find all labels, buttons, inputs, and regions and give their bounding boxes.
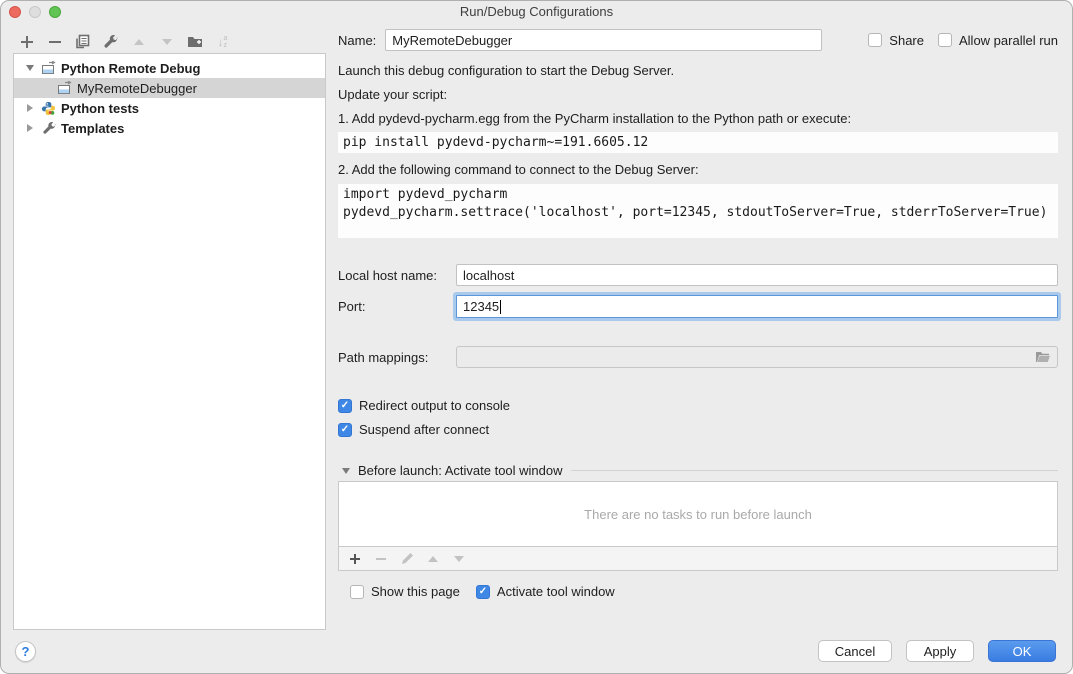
allow-parallel-run-label: Allow parallel run — [959, 33, 1058, 48]
python-icon — [40, 100, 57, 116]
settrace-code-line2: pydevd_pycharm.settrace('localhost', por… — [343, 204, 1053, 222]
step1-text: 1. Add pydevd-pycharm.egg from the PyCha… — [338, 107, 1058, 131]
local-host-name-input[interactable] — [456, 264, 1058, 286]
activate-tool-window-checkbox-group[interactable]: Activate tool window — [476, 584, 615, 599]
allow-parallel-run-checkbox[interactable] — [938, 33, 952, 47]
edit-task-pencil-icon — [399, 551, 415, 567]
ok-button[interactable]: OK — [988, 640, 1056, 662]
cancel-button[interactable]: Cancel — [818, 640, 892, 662]
text-cursor — [500, 300, 501, 314]
add-icon[interactable] — [17, 32, 36, 51]
window-title: Run/Debug Configurations — [1, 4, 1072, 19]
name-label: Name: — [338, 33, 376, 48]
show-this-page-checkbox[interactable] — [350, 585, 364, 599]
copy-icon[interactable] — [73, 32, 92, 51]
no-tasks-text: There are no tasks to run before launch — [584, 507, 812, 522]
allow-parallel-run-checkbox-group[interactable]: Allow parallel run — [938, 33, 1058, 48]
add-task-icon[interactable] — [347, 551, 363, 567]
port-input[interactable]: 12345 — [456, 295, 1058, 318]
move-down-icon — [157, 32, 176, 51]
collapse-section-icon[interactable] — [342, 468, 350, 474]
redirect-output-checkbox-group[interactable]: Redirect output to console — [338, 398, 510, 413]
local-host-name-label: Local host name: — [338, 268, 456, 283]
dialog-buttons: Cancel Apply OK — [818, 640, 1056, 662]
share-checkbox-group[interactable]: Share — [868, 33, 924, 48]
task-list-toolbar — [338, 547, 1058, 571]
help-question-icon: ? — [22, 644, 30, 659]
help-button[interactable]: ? — [15, 641, 36, 662]
activate-tool-window-label: Activate tool window — [497, 584, 615, 599]
path-mappings-input[interactable] — [456, 346, 1058, 368]
before-launch-title: Before launch: Activate tool window — [358, 463, 563, 478]
run-debug-configurations-dialog: Run/Debug Configurations ↓az — [0, 0, 1073, 674]
remove-icon[interactable] — [45, 32, 64, 51]
tree-item-label: Python Remote Debug — [61, 61, 200, 76]
step2-text: 2. Add the following command to connect … — [338, 158, 1058, 182]
show-this-page-label: Show this page — [371, 584, 460, 599]
configurations-tree: Python Remote Debug MyRemoteDebugger Pyt… — [13, 53, 326, 630]
tree-item-myremotedebugger[interactable]: MyRemoteDebugger — [14, 78, 325, 98]
move-up-icon — [129, 32, 148, 51]
configuration-form: Name: Share Allow parallel run Launch th… — [338, 29, 1058, 599]
tree-item-label: MyRemoteDebugger — [77, 81, 197, 96]
tree-item-python-remote-debug[interactable]: Python Remote Debug — [14, 58, 325, 78]
suspend-after-connect-checkbox[interactable] — [338, 423, 352, 437]
move-task-down-icon — [451, 551, 467, 567]
tree-item-label: Python tests — [61, 101, 139, 116]
show-this-page-checkbox-group[interactable]: Show this page — [350, 584, 460, 599]
path-mappings-label: Path mappings: — [338, 350, 456, 365]
tree-item-python-tests[interactable]: Python tests — [14, 98, 325, 118]
port-label: Port: — [338, 299, 456, 314]
collapse-arrow-icon[interactable] — [22, 104, 38, 112]
share-label: Share — [889, 33, 924, 48]
remote-debug-icon — [40, 60, 57, 76]
remove-task-icon — [373, 551, 389, 567]
suspend-after-connect-label: Suspend after connect — [359, 422, 489, 437]
configurations-toolbar: ↓az — [17, 32, 232, 51]
redirect-output-checkbox[interactable] — [338, 399, 352, 413]
share-checkbox[interactable] — [868, 33, 882, 47]
tree-item-templates[interactable]: Templates — [14, 118, 325, 138]
settrace-code-line1: import pydevd_pycharm — [343, 186, 1053, 204]
suspend-after-connect-checkbox-group[interactable]: Suspend after connect — [338, 422, 489, 437]
apply-button[interactable]: Apply — [906, 640, 974, 662]
settrace-code: import pydevd_pycharm pydevd_pycharm.set… — [338, 184, 1058, 238]
edit-templates-wrench-icon[interactable] — [101, 32, 120, 51]
title-bar: Run/Debug Configurations — [1, 1, 1072, 23]
move-task-up-icon — [425, 551, 441, 567]
wrench-icon — [40, 120, 57, 136]
browse-folder-icon[interactable] — [1035, 351, 1051, 364]
pip-install-code: pip install pydevd-pycharm~=191.6605.12 — [338, 132, 1058, 153]
name-input[interactable] — [385, 29, 822, 51]
redirect-output-label: Redirect output to console — [359, 398, 510, 413]
remote-debug-icon — [56, 80, 73, 96]
new-folder-icon[interactable] — [185, 32, 204, 51]
before-launch-task-list[interactable]: There are no tasks to run before launch — [338, 481, 1058, 547]
launch-instruction-text: Launch this debug configuration to start… — [338, 59, 1058, 83]
tree-item-label: Templates — [61, 121, 124, 136]
port-value: 12345 — [463, 299, 499, 314]
collapse-arrow-icon[interactable] — [22, 124, 38, 132]
activate-tool-window-checkbox[interactable] — [476, 585, 490, 599]
sort-az-icon: ↓az — [213, 32, 232, 51]
section-divider — [571, 470, 1058, 471]
before-launch-header[interactable]: Before launch: Activate tool window — [338, 463, 1058, 478]
update-script-text: Update your script: — [338, 83, 1058, 107]
expand-arrow-icon[interactable] — [22, 65, 38, 71]
